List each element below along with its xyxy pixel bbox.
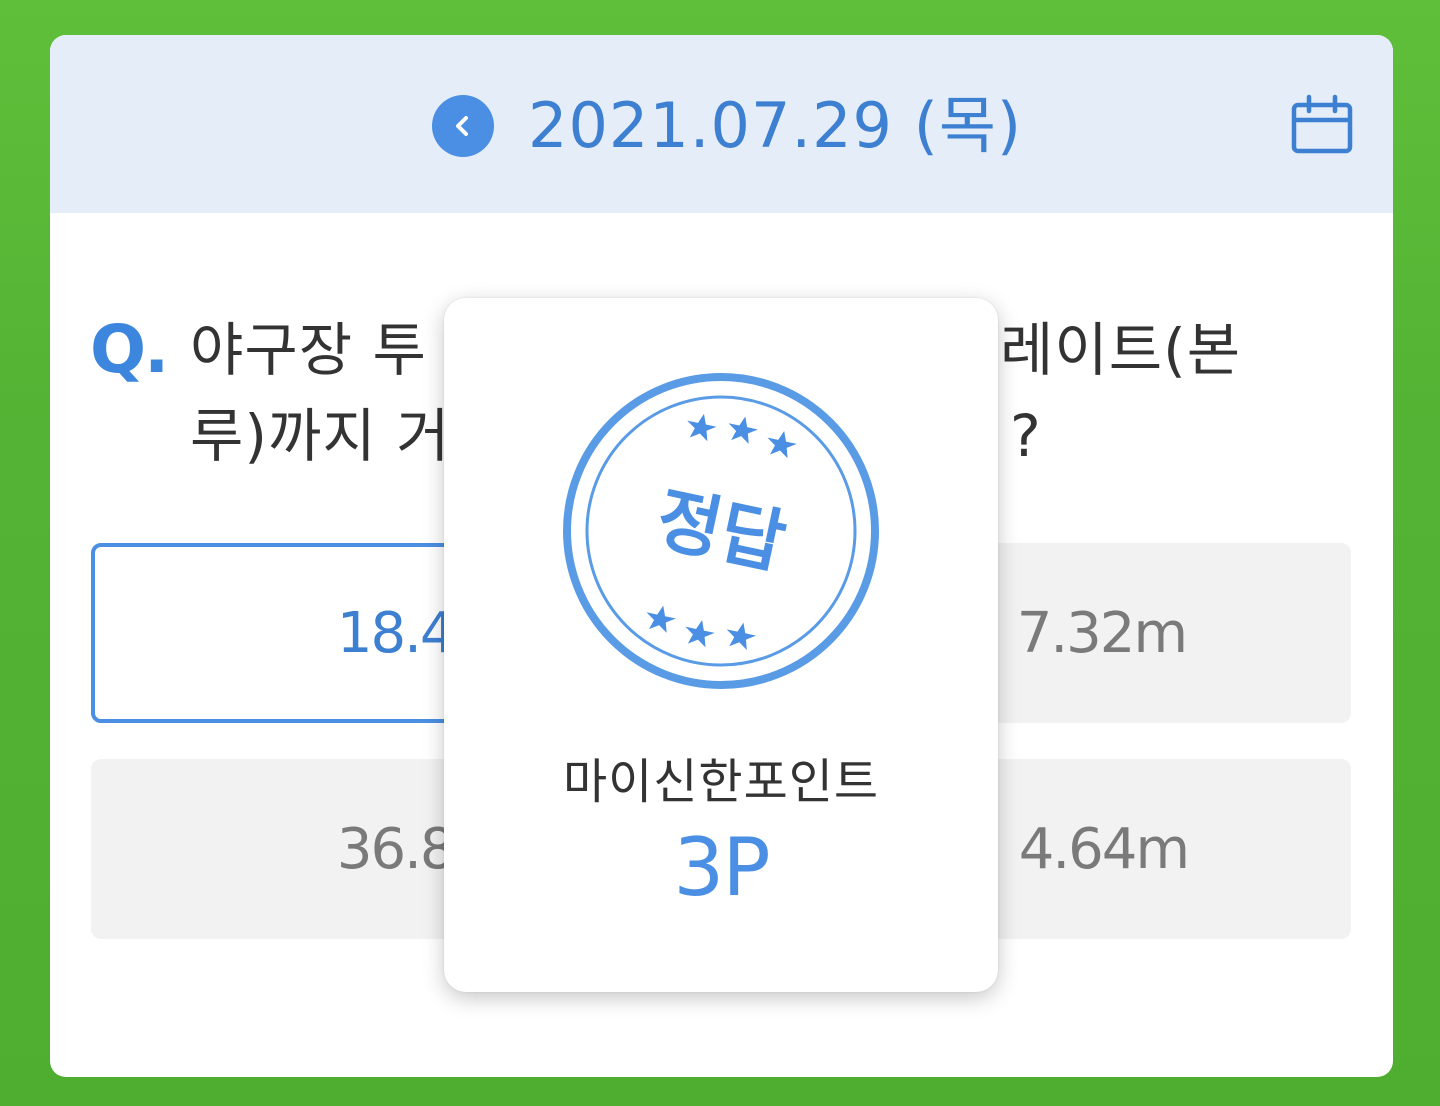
chevron-left-icon	[456, 116, 468, 136]
question-line-2-end: ?	[1010, 402, 1042, 470]
question-marker: Q.	[90, 311, 169, 388]
question-line-2-start: 루)까지 거	[190, 402, 451, 470]
correct-answer-stamp-icon: 정답	[563, 373, 879, 689]
points-value: 3P	[673, 821, 770, 914]
correct-answer-popup[interactable]: 정답 마이신한포인트 3P	[444, 298, 998, 992]
calendar-icon	[1291, 94, 1353, 154]
previous-day-button[interactable]	[432, 95, 494, 157]
calendar-button[interactable]	[1290, 93, 1354, 157]
answer-option-4-label: 4.64m	[1018, 816, 1190, 882]
date-title: 2021.07.29 (목)	[528, 89, 1023, 162]
question-line-1-start: 야구장 투	[190, 316, 427, 384]
points-label: 마이신한포인트	[562, 754, 880, 810]
stamp-text: 정답	[649, 478, 792, 585]
date-header: 2021.07.29 (목)	[50, 35, 1393, 213]
answer-option-2-label: 7.32m	[1016, 600, 1188, 666]
question-line-1-end: 레이트(본	[1000, 316, 1242, 384]
